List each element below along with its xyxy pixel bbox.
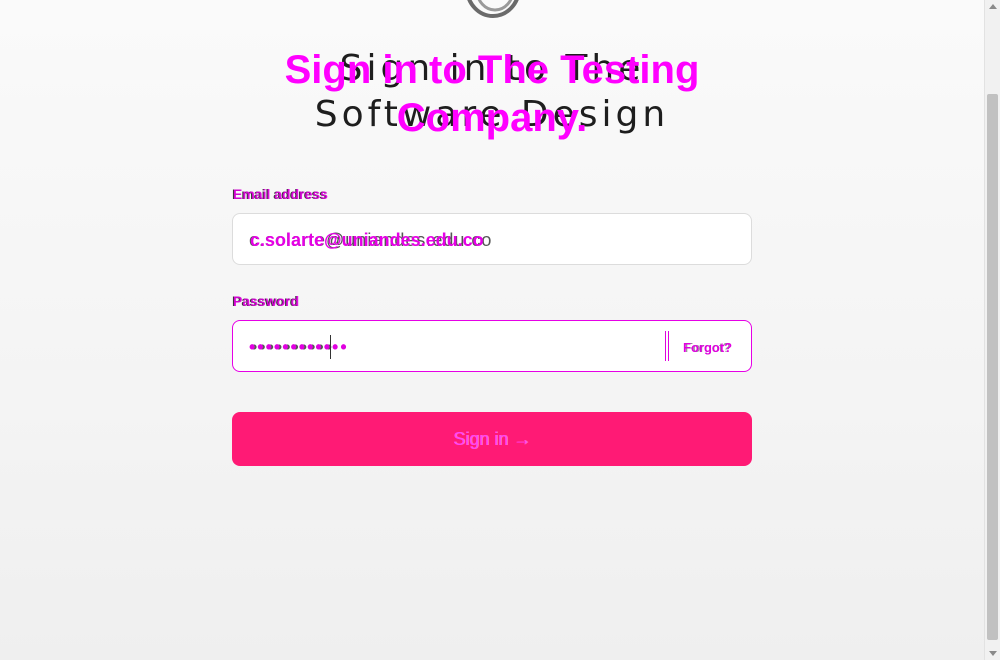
forgot-divider	[665, 331, 669, 361]
password-label-overlay: Password	[233, 293, 300, 309]
email-value-overlay: c.solarte@uniandes.edu.co	[250, 230, 484, 250]
sign-in-form: Email address Email address c.solarte@un…	[232, 186, 752, 466]
text-caret	[330, 335, 331, 359]
vertical-scrollbar[interactable]	[984, 0, 1000, 660]
password-mask-overlay: ••••••••••••	[249, 337, 349, 357]
email-label: Email address Email address	[232, 186, 752, 204]
scroll-down-arrow-icon[interactable]	[989, 651, 997, 656]
scrollbar-thumb[interactable]	[987, 94, 998, 640]
sign-in-button[interactable]: Sign in → Sign in →	[232, 412, 752, 466]
page-title-overlay: Sign in to The Testing Company.	[284, 48, 700, 140]
password-field[interactable]: •••••••••• •••••••••••• Forgot? Forgot?	[232, 320, 752, 372]
forgot-password-link[interactable]: Forgot?	[683, 340, 732, 355]
page-title: Sign in to The Software Design Sign in t…	[240, 46, 744, 146]
email-field[interactable]: c.solarte@uniandes.edu.co c.solarte@unia…	[232, 213, 752, 265]
email-label-overlay: Email address	[233, 186, 328, 202]
password-label: Password Password	[232, 293, 752, 311]
login-page: Sign in to The Software Design Sign in t…	[0, 0, 984, 660]
ring-logo-icon	[467, 0, 519, 18]
scroll-up-arrow-icon[interactable]	[989, 4, 997, 9]
sign-in-label: Sign in →	[452, 429, 532, 449]
